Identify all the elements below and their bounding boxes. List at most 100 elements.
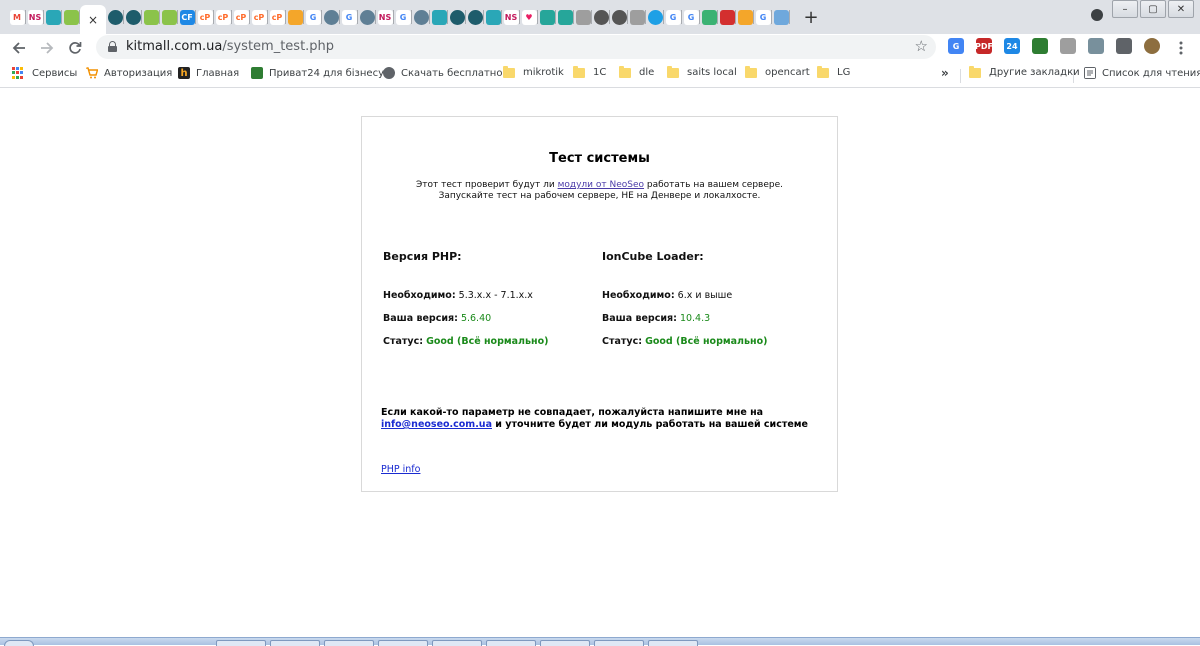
pdf-icon[interactable]: PDF	[975, 38, 993, 54]
browser-tab[interactable]	[106, 5, 124, 29]
browser-tab[interactable]: NS	[376, 5, 394, 29]
browser-tab[interactable]	[160, 5, 178, 29]
browser-tab[interactable]: ♥	[520, 5, 538, 29]
start-button[interactable]	[4, 640, 34, 646]
taskbar-app-button[interactable]	[648, 640, 698, 646]
arrow-right-icon	[41, 42, 54, 54]
bookmark-folder-lg[interactable]: LG	[817, 65, 850, 78]
puzzle-icon[interactable]	[1116, 38, 1132, 54]
browser-tab[interactable]: cP	[232, 5, 250, 29]
bitrix24-icon[interactable]: 24	[1004, 38, 1020, 54]
browser-tab[interactable]	[322, 5, 340, 29]
browser-tab[interactable]: CF	[178, 5, 196, 29]
php-info-link[interactable]: PHP info	[381, 464, 420, 475]
media-control-icon[interactable]	[1091, 9, 1103, 21]
browser-tab[interactable]: G	[664, 5, 682, 29]
browser-tab[interactable]	[538, 5, 556, 29]
bookmark-label: 1C	[593, 67, 607, 78]
browser-tab[interactable]	[646, 5, 664, 29]
browser-tab[interactable]	[718, 5, 736, 29]
back-button[interactable]	[8, 37, 30, 59]
bookmarks-overflow-button[interactable]: »	[941, 66, 949, 80]
taskbar-app-button[interactable]	[432, 640, 482, 646]
browser-tab[interactable]	[628, 5, 646, 29]
taskbar-app-button[interactable]	[594, 640, 644, 646]
browser-tab[interactable]: G	[394, 5, 412, 29]
bookmark-services[interactable]: Сервисы	[12, 67, 77, 79]
taskbar-app-button[interactable]	[324, 640, 374, 646]
browser-tab[interactable]: M	[8, 5, 26, 29]
browser-tab[interactable]	[574, 5, 592, 29]
address-bar[interactable]: kitmall.com.ua/system_test.php ☆	[96, 35, 936, 59]
bookmark-folder-1c[interactable]: 1C	[573, 65, 607, 78]
window-controls: – ▢ ✕	[1110, 0, 1194, 18]
folder-icon	[619, 65, 631, 78]
bookmark-folder-opencart[interactable]: opencart	[745, 65, 810, 78]
url-path: /system_test.php	[222, 39, 335, 54]
bookmark-home[interactable]: h Главная	[178, 67, 239, 79]
bookmark-download[interactable]: Скачать бесплатно	[383, 67, 502, 79]
browser-tab[interactable]: G	[340, 5, 358, 29]
browser-tab[interactable]: G	[304, 5, 322, 29]
bookmark-star-icon[interactable]: ☆	[915, 37, 928, 55]
lock-icon[interactable]	[108, 41, 117, 52]
browser-tab[interactable]	[556, 5, 574, 29]
taskbar-app-button[interactable]	[270, 640, 320, 646]
translate-icon[interactable]: G	[948, 38, 964, 54]
maximize-button[interactable]: ▢	[1140, 0, 1166, 18]
cp-icon: cP	[233, 9, 249, 25]
taskbar-app-button[interactable]	[378, 640, 428, 646]
reading-list-button[interactable]: Список для чтения	[1084, 67, 1200, 79]
browser-tab[interactable]: NS	[26, 5, 44, 29]
globe-icon	[125, 9, 141, 25]
bookmark-other[interactable]: Другие закладки	[969, 65, 1080, 78]
browser-tab[interactable]	[592, 5, 610, 29]
url-text[interactable]: kitmall.com.ua/system_test.php	[126, 39, 334, 54]
browser-tab[interactable]: G	[682, 5, 700, 29]
browser-tab[interactable]	[286, 5, 304, 29]
browser-tab[interactable]	[430, 5, 448, 29]
contact-email-link[interactable]: info@neoseo.com.ua	[381, 419, 492, 430]
close-tab-icon[interactable]: ×	[88, 13, 98, 27]
browser-tab[interactable]: NS	[502, 5, 520, 29]
reload-button[interactable]	[64, 37, 86, 59]
bookmark-folder-mikrotik[interactable]: mikrotik	[503, 65, 564, 78]
browser-tab[interactable]: cP	[250, 5, 268, 29]
browser-tab[interactable]	[62, 5, 80, 29]
reader-icon[interactable]	[1088, 38, 1104, 54]
privat-icon[interactable]	[1032, 38, 1048, 54]
browser-tab[interactable]	[358, 5, 376, 29]
bookmark-folder-dle[interactable]: dle	[619, 65, 654, 78]
neoseo-modules-link[interactable]: модули от NeoSeo	[558, 180, 644, 190]
bookmark-privat24[interactable]: Приват24 для бізнесу	[251, 67, 384, 79]
bookmark-auth[interactable]: Авторизация	[86, 67, 172, 79]
active-tab[interactable]: ×	[80, 5, 106, 34]
close-window-button[interactable]: ✕	[1168, 0, 1194, 18]
browser-tab[interactable]: cP	[268, 5, 286, 29]
avatar-icon[interactable]	[1144, 38, 1160, 54]
browser-tab[interactable]	[484, 5, 502, 29]
browser-tab[interactable]	[700, 5, 718, 29]
taskbar-app-button[interactable]	[216, 640, 266, 646]
browser-tab[interactable]: G	[754, 5, 772, 29]
browser-tab[interactable]	[44, 5, 62, 29]
taskbar-app-button[interactable]	[486, 640, 536, 646]
browser-tab[interactable]: cP	[196, 5, 214, 29]
new-tab-button[interactable]: +	[798, 5, 824, 29]
bookmark-folder-saits-local[interactable]: saits local	[667, 65, 737, 78]
browser-tab[interactable]	[448, 5, 466, 29]
browser-tab[interactable]	[736, 5, 754, 29]
browser-tab[interactable]: cP	[214, 5, 232, 29]
heart-icon: ♥	[521, 9, 537, 25]
forward-button[interactable]	[36, 37, 58, 59]
browser-tab[interactable]	[466, 5, 484, 29]
browser-tab[interactable]	[412, 5, 430, 29]
browser-tab[interactable]	[142, 5, 160, 29]
browser-tab[interactable]	[610, 5, 628, 29]
minimize-button[interactable]: –	[1112, 0, 1138, 18]
menu-button[interactable]	[1170, 37, 1192, 59]
pipette-icon[interactable]	[1060, 38, 1076, 54]
taskbar-app-button[interactable]	[540, 640, 590, 646]
browser-tab[interactable]	[124, 5, 142, 29]
browser-tab[interactable]	[772, 5, 790, 29]
